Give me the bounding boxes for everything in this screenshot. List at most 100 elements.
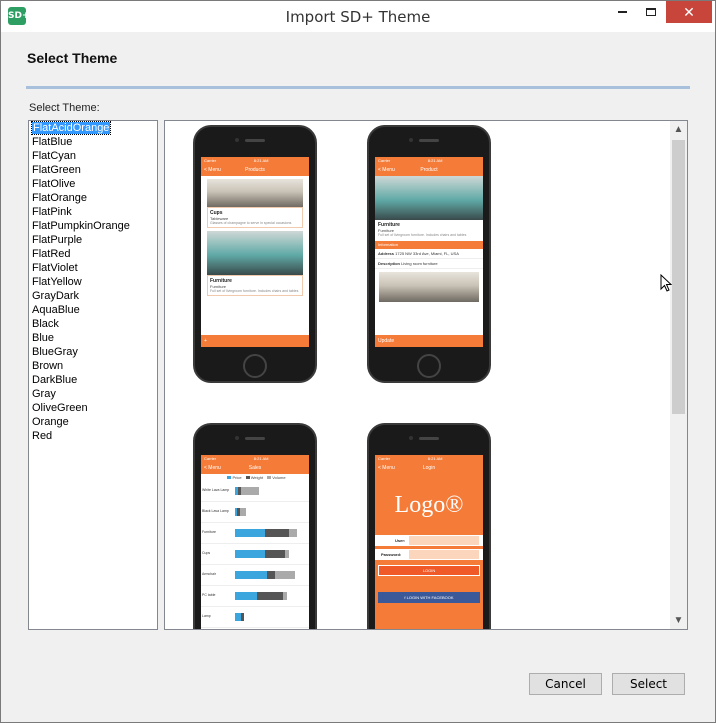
phone-speaker bbox=[245, 437, 265, 440]
theme-list-item[interactable]: Orange bbox=[29, 415, 157, 429]
carrier-text: Carrier bbox=[378, 456, 391, 461]
theme-list-item[interactable]: Black bbox=[29, 317, 157, 331]
home-button bbox=[243, 354, 267, 378]
close-icon: ✕ bbox=[683, 4, 695, 20]
volume-bar bbox=[289, 529, 297, 537]
nav-bar: < Menu Products bbox=[201, 164, 309, 176]
facebook-login-button: f LOGIN WITH FACEBOOK bbox=[378, 592, 480, 603]
theme-list-label: Select Theme: bbox=[29, 102, 100, 114]
chart-row: Cups bbox=[201, 544, 309, 565]
password-input bbox=[409, 550, 479, 559]
phone-preview-product: Carrier 8:21 AM < Menu Product Furniture F… bbox=[367, 125, 491, 383]
scroll-up-arrow-icon[interactable]: ▲ bbox=[670, 121, 687, 138]
theme-listbox[interactable]: FlatAcidOrange FlatBlue FlatCyan FlatGreen F… bbox=[28, 120, 158, 630]
volume-bar bbox=[241, 487, 259, 495]
bottom-bar: Update bbox=[375, 335, 483, 347]
time-text: 8:21 AM bbox=[427, 158, 443, 163]
header-divider bbox=[26, 86, 690, 89]
theme-list-item[interactable]: BlueGray bbox=[29, 345, 157, 359]
room-photo bbox=[379, 272, 479, 302]
password-field: Password: bbox=[375, 549, 483, 560]
chart-legend: Price Weight Volume bbox=[201, 474, 309, 481]
maximize-icon bbox=[645, 8, 656, 17]
product-summary: Furniture Furniture Full set of livingro… bbox=[375, 220, 483, 239]
import-theme-dialog: SD+ Import SD+ Theme ✕ Select Theme Sele… bbox=[0, 0, 716, 723]
theme-preview-panel[interactable]: Carrier 8:21 AM < Menu Products Cups Table… bbox=[164, 120, 688, 630]
theme-list-item[interactable]: FlatAcidOrange bbox=[29, 121, 157, 135]
phone-preview-sales: Carrier 8:21 AM < Menu Sales Price Weight … bbox=[193, 423, 317, 629]
status-bar: Carrier 8:21 AM bbox=[201, 455, 309, 462]
minimize-button[interactable] bbox=[609, 1, 636, 23]
theme-list-item-label: FlatPink bbox=[32, 206, 72, 218]
home-button bbox=[417, 354, 441, 378]
theme-list-item-label: Orange bbox=[32, 416, 69, 428]
phone-camera bbox=[235, 138, 239, 142]
facebook-login-label: LOGIN WITH FACEBOOK bbox=[406, 595, 454, 600]
theme-list-item[interactable]: GrayDark bbox=[29, 289, 157, 303]
theme-list-item-label: FlatOrange bbox=[32, 192, 88, 204]
theme-list-item-label: FlatYellow bbox=[32, 276, 82, 288]
theme-list-item[interactable]: FlatPurple bbox=[29, 233, 157, 247]
maximize-button[interactable] bbox=[637, 1, 664, 23]
theme-list-item[interactable]: Blue bbox=[29, 331, 157, 345]
theme-list-item[interactable]: FlatPumpkinOrange bbox=[29, 219, 157, 233]
theme-list-item[interactable]: FlatPink bbox=[29, 205, 157, 219]
header-panel: Select Theme bbox=[8, 35, 708, 87]
screen-title: Products bbox=[245, 167, 265, 173]
theme-list-item-label: Blue bbox=[32, 332, 55, 344]
phone-screen: Carrier 8:21 AM < Menu Login Logo® User: P… bbox=[375, 455, 483, 629]
page-title: Select Theme bbox=[27, 50, 118, 66]
price-bar bbox=[235, 592, 257, 600]
scroll-down-arrow-icon[interactable]: ▼ bbox=[670, 612, 687, 629]
user-label: User: bbox=[395, 538, 406, 543]
legend-label: Weight bbox=[250, 475, 264, 480]
product-card: Cups Tableware Glasses of champagne to s… bbox=[207, 207, 303, 228]
theme-list-item[interactable]: FlatCyan bbox=[29, 149, 157, 163]
theme-list-item[interactable]: FlatRed bbox=[29, 247, 157, 261]
description-label: Description bbox=[378, 261, 401, 266]
chart-row-label: PC table bbox=[202, 593, 216, 597]
product-photo bbox=[375, 176, 483, 220]
theme-list-item-label: FlatPumpkinOrange bbox=[32, 220, 130, 232]
volume-bar bbox=[283, 592, 287, 600]
theme-list-item[interactable]: FlatViolet bbox=[29, 261, 157, 275]
chart-row: White Lava Lamp bbox=[201, 481, 309, 502]
theme-list-item[interactable]: Gray bbox=[29, 387, 157, 401]
theme-list-item[interactable]: AquaBlue bbox=[29, 303, 157, 317]
price-bar bbox=[235, 571, 267, 579]
preview-scrollbar[interactable]: ▲ ▼ bbox=[670, 121, 687, 629]
theme-list-item[interactable]: FlatOlive bbox=[29, 177, 157, 191]
select-button[interactable]: Select bbox=[612, 673, 685, 695]
theme-list-item[interactable]: FlatYellow bbox=[29, 275, 157, 289]
theme-list-item[interactable]: FlatBlue bbox=[29, 135, 157, 149]
phone-speaker bbox=[419, 139, 439, 142]
status-bar: Carrier 8:21 AM bbox=[201, 157, 309, 164]
screen-title: Sales bbox=[248, 465, 262, 471]
chart-row: Lamp bbox=[201, 607, 309, 628]
window-title: Import SD+ Theme bbox=[285, 8, 431, 26]
theme-list-item-label: FlatRed bbox=[32, 248, 71, 260]
chart-row-label: Lamp bbox=[202, 614, 211, 618]
nav-bar: < Menu Login bbox=[375, 462, 483, 474]
cancel-button[interactable]: Cancel bbox=[529, 673, 602, 695]
product-desc: Full set of livingroom furniture. Includ… bbox=[378, 233, 467, 237]
theme-list-item-label: FlatCyan bbox=[32, 150, 77, 162]
title-bar[interactable]: SD+ Import SD+ Theme ✕ bbox=[1, 1, 715, 32]
theme-list-item[interactable]: FlatGreen bbox=[29, 163, 157, 177]
theme-list-item[interactable]: Red bbox=[29, 429, 157, 443]
theme-list-item[interactable]: DarkBlue bbox=[29, 373, 157, 387]
phone-speaker bbox=[419, 437, 439, 440]
chart-row-label: Furniture bbox=[202, 530, 217, 534]
login-button: LOGIN bbox=[378, 565, 480, 576]
theme-list-item-label: Black bbox=[32, 318, 59, 330]
volume-bar bbox=[285, 550, 289, 558]
theme-list-item[interactable]: OliveGreen bbox=[29, 401, 157, 415]
address-row: Address 1725 NW 33rd Ave, Miami, FL, USA bbox=[375, 249, 483, 259]
phone-camera bbox=[409, 436, 413, 440]
theme-list-item[interactable]: FlatOrange bbox=[29, 191, 157, 205]
password-label: Password: bbox=[381, 552, 402, 557]
theme-list-item[interactable]: Brown bbox=[29, 359, 157, 373]
close-button[interactable]: ✕ bbox=[666, 1, 712, 23]
theme-list-item-label: Gray bbox=[32, 388, 56, 400]
scroll-thumb[interactable] bbox=[672, 140, 685, 414]
